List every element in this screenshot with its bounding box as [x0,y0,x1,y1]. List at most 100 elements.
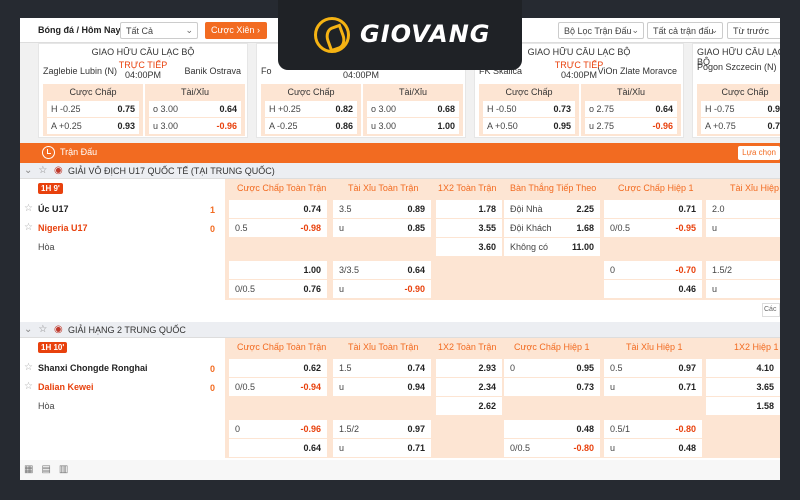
odds-cell[interactable]: H -0.50 0.73 [483,101,575,117]
collapse-star-icons[interactable]: ⌄☆ [24,165,53,176]
odds-cell[interactable]: A +0.25 0.93 [47,118,139,134]
league-title: GIẢI HẠNG 2 TRUNG QUỐC [68,325,186,335]
col-header: 1X2 Hiệp 1 [734,342,779,352]
odds-cell[interactable]: 0 0.95 [504,359,600,377]
league-icon: ◉ [54,324,63,335]
clock-icon [42,146,55,159]
favorite-star-icon[interactable]: ☆ [24,362,33,373]
odds-cell[interactable]: Không có 11.00 [504,238,600,256]
odds-cell[interactable]: 1.00 [229,261,327,279]
col-header: Tài Xỉu Hiệp 1 [626,342,683,352]
odds-cell[interactable]: 0/0.5 0.76 [229,280,327,298]
col-header: Tài Xỉu Toàn Trận [348,183,419,193]
chart-icons[interactable]: ▦▤▥ [24,464,76,475]
col-header: 1X2 Toàn Trận [438,183,497,193]
league-header[interactable]: ⌄☆ ◉ GIẢI VÔ ĐỊCH U17 QUỐC TẾ (TẠI TRUNG… [20,163,780,179]
odds-cell[interactable]: u 2.75 -0.96 [585,118,677,134]
odds-cell[interactable]: 0.48 [504,420,600,438]
odds-cell[interactable]: o 2.75 0.64 [585,101,677,117]
odds-cell[interactable]: 0.62 [229,359,327,377]
sportsbook-window: Bóng đá / Hôm Nay Tất Cả ⌄ Cược Xiên › Bộ… [20,18,780,480]
odds-cell[interactable]: 3.65 [706,378,780,396]
odds-cell[interactable]: 1.5/2 [706,261,780,279]
odds-cell[interactable]: o 3.00 0.64 [149,101,241,117]
odds-cell[interactable]: 0.5/1 -0.80 [604,420,702,438]
odds-cell[interactable]: 0/0.5 -0.94 [229,378,327,396]
favorite-star-icon[interactable]: ☆ [24,203,33,214]
all-matches-select[interactable]: Tất cả trận đấu ⌄ [647,22,723,39]
odds-cell[interactable]: u 3.00 1.00 [367,118,459,134]
league-odds-grid: 1H 9' Cược Chấp Toàn Trận Tài Xỉu Toàn T… [20,179,780,300]
featured-card[interactable]: GIAO HỮU CÂU LẠC BỘ Zaglebie Lubin (N) T… [38,43,248,138]
chevron-right-icon: › [256,25,260,35]
odds-cell[interactable]: Đội Khách 1.68 [504,219,600,237]
section-title: Trận Đấu [60,147,98,157]
odds-cell[interactable]: 2.0 [706,200,780,218]
score-home: 0 [210,364,216,374]
odds-cell[interactable]: 0.5 -0.98 [229,219,327,237]
odds-cell[interactable]: u [706,219,780,237]
col-header: Cược Chấp Hiệp 1 [618,183,694,193]
odds-cell[interactable]: 3.5 0.89 [333,200,431,218]
odds-cell[interactable]: A +0.50 0.95 [483,118,575,134]
odds-cell[interactable]: 4.10 [706,359,780,377]
odds-cell[interactable]: 0.46 [604,280,702,298]
odds-cell[interactable]: 0.71 [604,200,702,218]
odds-cell[interactable]: 3/3.5 0.64 [333,261,431,279]
favorite-star-icon[interactable]: ☆ [24,381,33,392]
odds-cell[interactable]: u -0.90 [333,280,431,298]
odds-cell[interactable]: H -0.750.98 [701,101,780,117]
over-under-box: Tài/Xỉu o 3.00 0.64 u 3.00 -0.96 [145,84,245,136]
odds-cell[interactable]: 1.58 [706,397,780,415]
odds-cell[interactable]: o 3.00 0.68 [367,101,459,117]
odds-cell[interactable]: 0.64 [229,439,327,457]
col-header: Cược Chấp Toàn Trận [237,183,327,193]
league-header[interactable]: ⌄☆ ◉ GIẢI HẠNG 2 TRUNG QUỐC [20,322,780,338]
odds-cell[interactable]: 2.34 [436,378,502,396]
odds-cell[interactable]: 0 -0.96 [229,420,327,438]
score-away: 0 [210,383,216,393]
odds-cell[interactable]: H -0.25 0.75 [47,101,139,117]
odds-cell[interactable]: 0.5 0.97 [604,359,702,377]
odds-cell[interactable]: 2.62 [436,397,502,415]
odds-cell[interactable]: 3.55 [436,219,502,237]
sort-select[interactable]: Từ trước [727,22,780,39]
chevron-down-icon: ⌄ [185,25,193,35]
ball-logo-icon [314,17,350,53]
odds-cell[interactable]: 2.93 [436,359,502,377]
select-button[interactable]: Lựa chọn [738,146,780,160]
odds-cell[interactable]: 1.78 [436,200,502,218]
odds-cell[interactable]: 1.5/2 0.97 [333,420,431,438]
odds-cell[interactable]: Đội Nhà 2.25 [504,200,600,218]
parlay-button[interactable]: Cược Xiên › [205,22,267,39]
odds-cell[interactable]: A +0.750.70 [701,118,780,134]
all-select[interactable]: Tất Cả ⌄ [120,22,198,39]
col-header: Bàn Thắng Tiếp Theo [510,183,597,193]
odds-cell[interactable]: 0/0.5 -0.80 [504,439,600,457]
odds-cell[interactable]: u 0.71 [333,439,431,457]
side-tab[interactable]: Các [762,303,780,317]
odds-cell[interactable]: H +0.25 0.82 [265,101,357,117]
odds-cell[interactable]: u [706,280,780,298]
odds-cell[interactable]: 0/0.5 -0.95 [604,219,702,237]
col-header: 1X2 Toàn Trận [438,342,497,352]
odds-cell[interactable]: u 0.71 [604,378,702,396]
odds-cell[interactable]: u 3.00 -0.96 [149,118,241,134]
favorite-star-icon[interactable]: ☆ [24,222,33,233]
match-filter-select[interactable]: Bộ Lọc Trận Đấu ⌄ [558,22,644,39]
chevron-down-icon: ⌄ [710,25,718,35]
odds-cell[interactable]: 1.5 0.74 [333,359,431,377]
odds-cell[interactable]: 0.74 [229,200,327,218]
odds-cell[interactable]: u 0.85 [333,219,431,237]
odds-cell[interactable]: u 0.94 [333,378,431,396]
featured-card[interactable]: GIAO HỮU CÂU LẠC BỘ Pogon Szczecin (N) C… [692,43,780,138]
odds-cell[interactable]: u 0.48 [604,439,702,457]
odds-cell[interactable]: 0 -0.70 [604,261,702,279]
score-home: 1 [210,205,216,215]
score-away: 0 [210,224,216,234]
collapse-star-icons[interactable]: ⌄☆ [24,324,53,335]
col-header: Tài Xỉu Toàn Trận [348,342,419,352]
odds-cell[interactable]: 0.73 [504,378,600,396]
odds-cell[interactable]: 3.60 [436,238,502,256]
odds-cell[interactable]: A -0.25 0.86 [265,118,357,134]
